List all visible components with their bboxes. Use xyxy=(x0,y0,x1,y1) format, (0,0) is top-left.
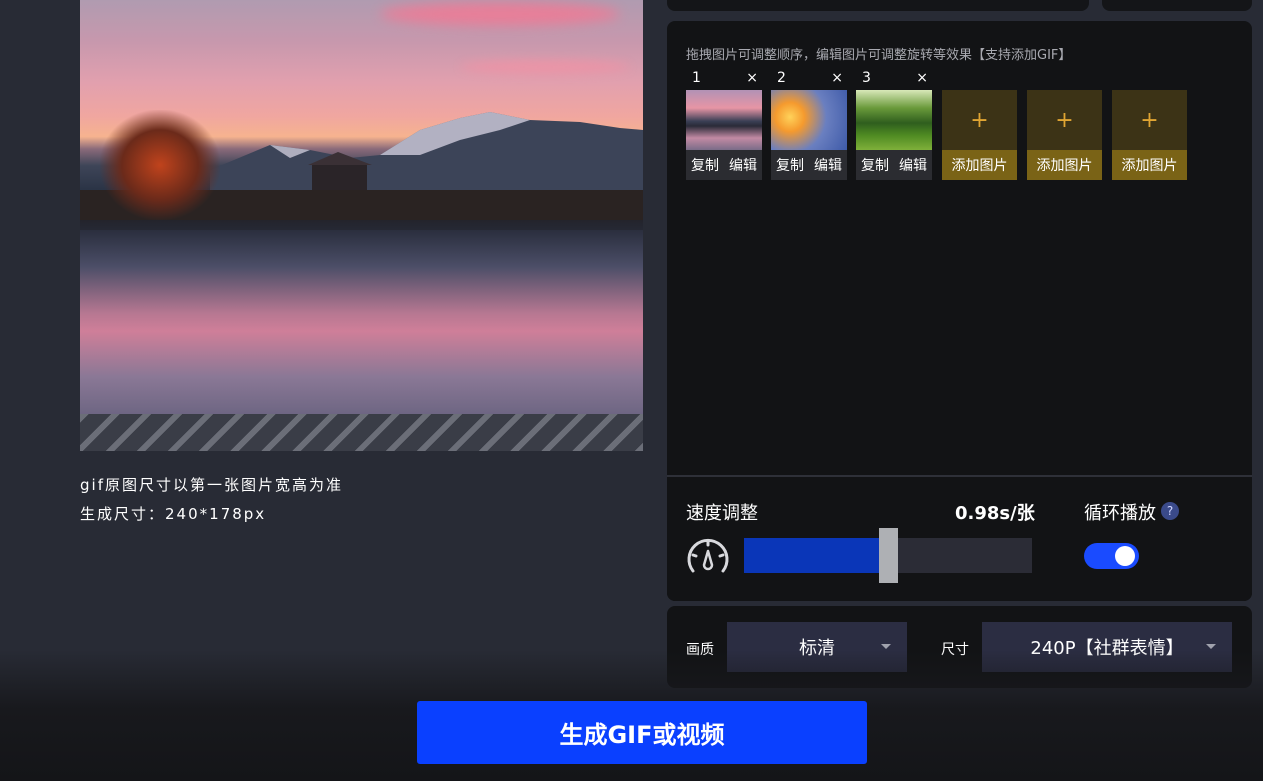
chevron-down-icon xyxy=(881,644,891,649)
thumb-close-icon[interactable]: × xyxy=(916,70,928,86)
plus-icon: + xyxy=(1112,90,1187,150)
output-size-value: 240*178px xyxy=(165,505,267,523)
quality-label: 画质 xyxy=(686,642,714,658)
add-image-button[interactable]: + 添加图片 xyxy=(1027,90,1102,180)
generate-gif-button[interactable]: 生成GIF或视频 xyxy=(417,701,867,764)
image-list-hint: 拖拽图片可调整顺序，编辑图片可调整旋转等效果【支持添加GIF】 xyxy=(686,48,1072,63)
add-image-label: 添加图片 xyxy=(1027,150,1102,180)
output-settings-panel: 画质 标清 尺寸 240P【社群表情】 xyxy=(667,606,1252,688)
size-select-value: 240P【社群表情】 xyxy=(1030,638,1184,659)
top-panel-edge-right xyxy=(1102,0,1252,11)
speed-settings-panel: 速度调整 0.98s/张 循环播放 ? xyxy=(667,475,1252,601)
thumb-actions: 复制 编辑 xyxy=(771,150,847,180)
thumb-image[interactable] xyxy=(771,90,847,150)
speed-slider-fill xyxy=(744,538,879,573)
edit-button[interactable]: 编辑 xyxy=(899,155,927,175)
copy-button[interactable]: 复制 xyxy=(776,155,804,175)
speedometer-icon xyxy=(687,538,729,573)
add-image-button[interactable]: + 添加图片 xyxy=(942,90,1017,180)
output-size-label: 生成尺寸： xyxy=(80,505,166,523)
loop-toggle-knob xyxy=(1115,546,1135,566)
quality-select-value: 标清 xyxy=(799,638,835,659)
copy-button[interactable]: 复制 xyxy=(691,155,719,175)
speed-slider-handle[interactable] xyxy=(879,528,898,583)
preview-hatch-strip xyxy=(80,414,643,451)
copy-button[interactable]: 复制 xyxy=(861,155,889,175)
add-image-label: 添加图片 xyxy=(1112,150,1187,180)
thumb-image[interactable] xyxy=(856,90,932,150)
speed-value: 0.98s/张 xyxy=(955,503,1035,524)
loop-toggle[interactable] xyxy=(1084,543,1139,569)
edit-button[interactable]: 编辑 xyxy=(814,155,842,175)
edit-button[interactable]: 编辑 xyxy=(729,155,757,175)
thumb-close-icon[interactable]: × xyxy=(831,70,843,86)
preview-cloud xyxy=(460,60,630,74)
thumb-image[interactable] xyxy=(686,90,762,150)
image-thumb[interactable]: 2 × 复制 编辑 xyxy=(771,70,847,180)
thumb-index: 2 xyxy=(777,70,786,86)
loop-title: 循环播放 xyxy=(1084,503,1156,524)
top-panel-edge xyxy=(667,0,1089,11)
quality-select[interactable]: 标清 xyxy=(727,622,907,672)
size-note: gif原图尺寸以第一张图片宽高为准 xyxy=(80,476,343,494)
speed-title: 速度调整 xyxy=(686,503,758,524)
thumb-close-icon[interactable]: × xyxy=(746,70,758,86)
thumb-index: 3 xyxy=(862,70,871,86)
plus-icon: + xyxy=(1027,90,1102,150)
add-image-button[interactable]: + 添加图片 xyxy=(1112,90,1187,180)
preview-reflection xyxy=(80,230,643,414)
size-label: 尺寸 xyxy=(941,642,969,658)
output-size: 生成尺寸：240*178px xyxy=(80,503,266,524)
gif-preview-image xyxy=(80,0,643,414)
preview-cloud xyxy=(380,2,620,26)
speed-slider[interactable] xyxy=(744,528,1032,583)
size-select[interactable]: 240P【社群表情】 xyxy=(982,622,1232,672)
image-thumb[interactable]: 1 × 复制 编辑 xyxy=(686,70,762,180)
thumb-index: 1 xyxy=(692,70,701,86)
thumb-actions: 复制 编辑 xyxy=(856,150,932,180)
thumb-actions: 复制 编辑 xyxy=(686,150,762,180)
chevron-down-icon xyxy=(1206,644,1216,649)
help-icon[interactable]: ? xyxy=(1161,502,1179,520)
plus-icon: + xyxy=(942,90,1017,150)
preview-tree xyxy=(100,110,220,220)
image-thumb[interactable]: 3 × 复制 编辑 xyxy=(856,70,932,180)
add-image-label: 添加图片 xyxy=(942,150,1017,180)
